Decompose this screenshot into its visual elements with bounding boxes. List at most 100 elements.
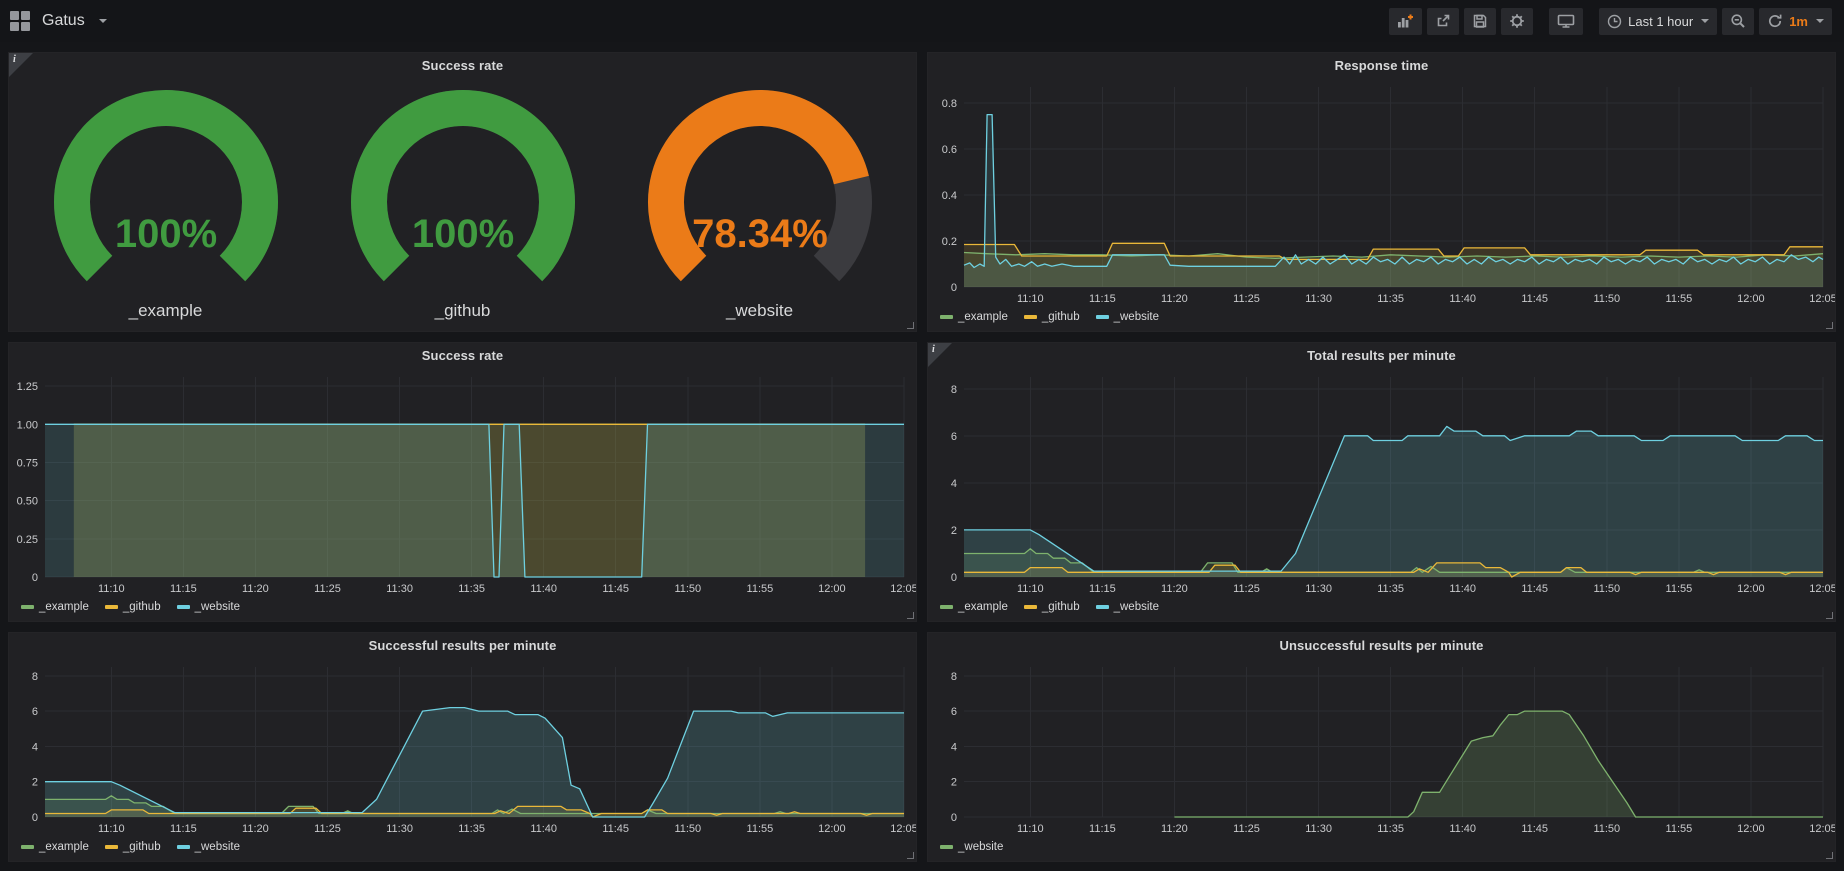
svg-text:11:10: 11:10 (1017, 293, 1044, 305)
panel-title[interactable]: Total results per minute (928, 343, 1835, 369)
legend-color-dash (177, 845, 190, 849)
svg-text:11:25: 11:25 (1233, 293, 1260, 305)
svg-text:6: 6 (32, 706, 38, 718)
svg-text:6: 6 (951, 431, 957, 443)
svg-text:11:40: 11:40 (530, 583, 557, 595)
legend-item-_example[interactable]: _example (940, 601, 1008, 613)
panel-title[interactable]: Unsuccessful results per minute (928, 633, 1835, 659)
svg-text:8: 8 (951, 671, 957, 683)
svg-text:0: 0 (951, 812, 957, 824)
legend-item-_website[interactable]: _website (1096, 601, 1159, 613)
panel-resize-handle[interactable] (907, 852, 914, 859)
legend-color-dash (21, 845, 34, 849)
refresh-button[interactable]: 1m (1759, 8, 1832, 35)
gauge-_github: 100%_github (323, 89, 603, 321)
gauge-label: _website (726, 301, 793, 321)
svg-text:11:25: 11:25 (1233, 583, 1260, 595)
panel-resize-handle[interactable] (907, 322, 914, 329)
unsuccessful-results-chart[interactable]: 0246811:1011:1511:2011:2511:3011:3511:40… (928, 659, 1835, 837)
total-results-chart[interactable]: 0246811:1011:1511:2011:2511:3011:3511:40… (928, 369, 1835, 597)
gauge-label: _github (435, 301, 491, 321)
panel-title[interactable]: Response time (928, 53, 1835, 79)
zoom-out-button[interactable] (1722, 8, 1754, 35)
panel-resize-handle[interactable] (1826, 612, 1833, 619)
gear-icon (1509, 13, 1525, 29)
panel-title[interactable]: Successful results per minute (9, 633, 916, 659)
svg-text:0.8: 0.8 (942, 98, 957, 110)
legend-item-_github[interactable]: _github (105, 841, 161, 853)
dashboard-grid-icon[interactable] (10, 11, 30, 31)
panel-info-corner[interactable]: i (928, 343, 952, 367)
svg-text:11:45: 11:45 (1521, 293, 1548, 305)
gauge-arc: 100% (323, 89, 603, 301)
gauge-_website: 78.34% _website (620, 89, 900, 321)
legend-item-_github[interactable]: _github (1024, 311, 1080, 323)
svg-text:12:05: 12:05 (890, 823, 916, 835)
add-panel-button[interactable] (1389, 8, 1422, 35)
svg-text:12:00: 12:00 (1737, 823, 1765, 835)
svg-text:12:05: 12:05 (890, 583, 916, 595)
legend-item-_website[interactable]: _website (1096, 311, 1159, 323)
svg-text:2: 2 (32, 777, 38, 789)
panel-title[interactable]: Success rate (9, 53, 916, 79)
legend-series-name: _github (1042, 601, 1080, 613)
save-button[interactable] (1464, 8, 1496, 35)
settings-button[interactable] (1501, 8, 1533, 35)
legend-item-_github[interactable]: _github (1024, 601, 1080, 613)
svg-text:11:30: 11:30 (386, 823, 413, 835)
legend-item-_website[interactable]: _website (177, 841, 240, 853)
panel-info-corner[interactable]: i (9, 53, 33, 77)
svg-text:12:00: 12:00 (1737, 293, 1765, 305)
legend-color-dash (1096, 605, 1109, 609)
panel-success-rate-graph: Success rate 00.250.500.751.001.2511:101… (8, 342, 917, 622)
legend-item-_example[interactable]: _example (21, 601, 89, 613)
share-button[interactable] (1427, 8, 1459, 35)
legend-color-dash (940, 315, 953, 319)
legend-item-_website[interactable]: _website (940, 841, 1003, 853)
legend-item-_example[interactable]: _example (940, 311, 1008, 323)
svg-text:12:00: 12:00 (1737, 583, 1765, 595)
time-range-button[interactable]: Last 1 hour (1599, 8, 1717, 35)
legend-color-dash (1024, 315, 1037, 319)
svg-text:11:55: 11:55 (747, 823, 774, 835)
time-range-label: Last 1 hour (1628, 14, 1693, 29)
chevron-down-icon (1816, 19, 1824, 23)
panel-resize-handle[interactable] (907, 612, 914, 619)
save-icon (1472, 13, 1488, 29)
chart-legend: _website (928, 837, 1835, 861)
svg-text:11:10: 11:10 (98, 583, 125, 595)
panel-resize-handle[interactable] (1826, 322, 1833, 329)
svg-text:0: 0 (32, 812, 38, 824)
svg-text:11:20: 11:20 (242, 823, 269, 835)
legend-item-_website[interactable]: _website (177, 601, 240, 613)
success-rate-chart[interactable]: 00.250.500.751.001.2511:1011:1511:2011:2… (9, 369, 916, 597)
svg-text:0.50: 0.50 (17, 496, 38, 508)
legend-item-_example[interactable]: _example (21, 841, 89, 853)
legend-item-_github[interactable]: _github (105, 601, 161, 613)
gauge-arc: 78.34% (620, 89, 900, 301)
svg-text:11:10: 11:10 (98, 823, 125, 835)
bar-chart-plus-icon (1397, 13, 1414, 29)
chevron-down-icon[interactable] (99, 19, 107, 23)
response-time-chart[interactable]: 00.20.40.60.811:1011:1511:2011:2511:3011… (928, 79, 1835, 307)
svg-text:11:25: 11:25 (314, 583, 341, 595)
dashboard-title[interactable]: Gatus (42, 12, 85, 30)
gauge-value: 78.34% (692, 212, 828, 256)
svg-text:2: 2 (951, 525, 957, 537)
svg-text:11:15: 11:15 (1089, 583, 1116, 595)
svg-text:0.2: 0.2 (942, 236, 957, 248)
svg-text:11:30: 11:30 (386, 583, 413, 595)
dashboard-grid: i Success rate 100%_example100%_github78… (0, 42, 1844, 871)
svg-text:11:35: 11:35 (1377, 583, 1404, 595)
svg-text:11:45: 11:45 (602, 823, 629, 835)
svg-text:11:10: 11:10 (1017, 823, 1044, 835)
svg-text:12:00: 12:00 (818, 583, 846, 595)
svg-text:11:15: 11:15 (170, 583, 197, 595)
tv-mode-button[interactable] (1549, 8, 1583, 35)
successful-results-chart[interactable]: 0246811:1011:1511:2011:2511:3011:3511:40… (9, 659, 916, 837)
panel-resize-handle[interactable] (1826, 852, 1833, 859)
svg-text:12:05: 12:05 (1809, 823, 1835, 835)
panel-title[interactable]: Success rate (9, 343, 916, 369)
svg-text:8: 8 (951, 384, 957, 396)
gauge-row: 100%_example100%_github78.34%_website (9, 79, 916, 331)
